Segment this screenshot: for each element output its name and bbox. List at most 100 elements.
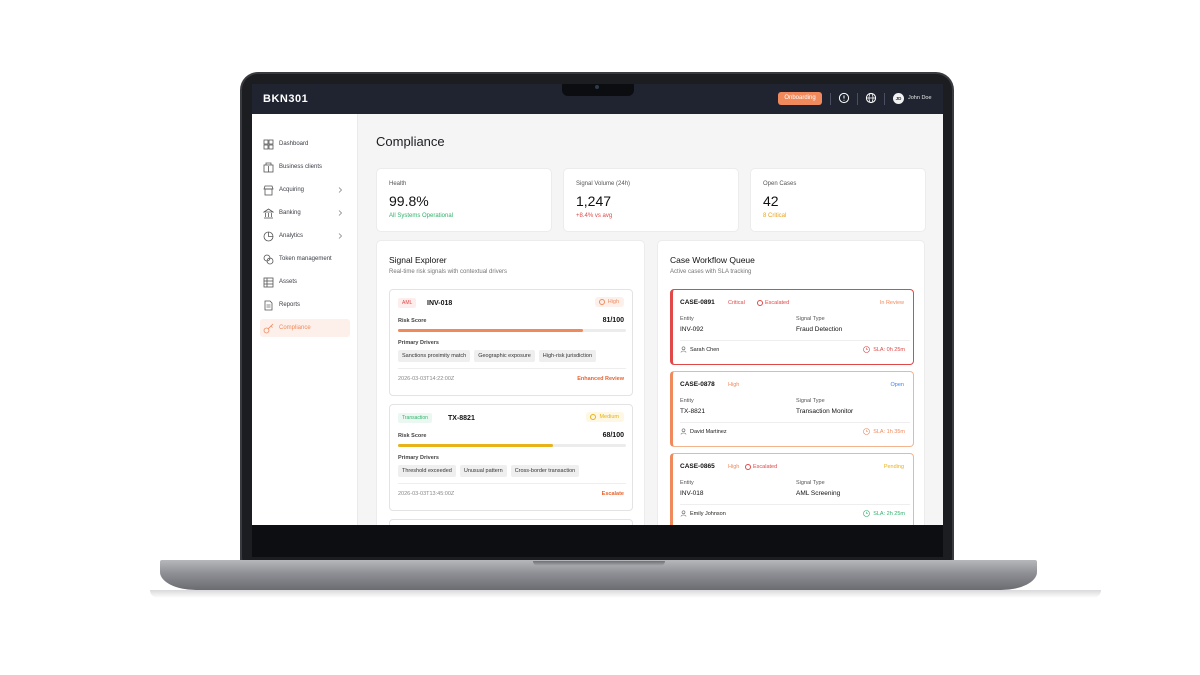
key-icon <box>263 323 274 333</box>
escalated-label: Escalated <box>753 464 778 470</box>
bank-icon <box>263 208 274 218</box>
sidebar-item-banking[interactable]: Banking <box>260 204 350 222</box>
driver-chips: Sanctions proximity match Geographic exp… <box>398 350 597 362</box>
clock-icon <box>863 510 871 517</box>
entity-value: INV-018 <box>680 490 704 497</box>
risk-score-label: Risk Score <box>398 433 427 439</box>
signal-type-value: Transaction Monitor <box>796 408 854 415</box>
divider <box>680 422 910 423</box>
stat-sub: All Systems Operational <box>389 213 454 219</box>
laptop-shadow <box>150 590 1101 598</box>
risk-score-label: Risk Score <box>398 318 427 324</box>
stat-value: 99.8% <box>389 193 429 209</box>
user-name[interactable]: John Doe <box>908 95 932 101</box>
case-assignee: David Martinez <box>680 428 727 435</box>
sidebar-item-dashboard[interactable]: Dashboard <box>260 135 350 153</box>
case-card[interactable]: CASE-0878 High Open Entity TX-8821 Signa… <box>670 371 914 447</box>
divider <box>680 340 910 341</box>
case-id: CASE-0878 <box>680 381 715 388</box>
case-status: In Review <box>879 300 904 306</box>
case-card[interactable]: CASE-0891 Critical Escalated In Review E… <box>670 289 914 365</box>
token-icon <box>263 254 274 264</box>
sidebar: Dashboard Business clients Acquiring Ban… <box>252 114 358 525</box>
signal-timestamp: 2026-03-03T14:22:00Z <box>398 376 455 382</box>
signal-card[interactable]: AML INV-018 High Risk Score 81/100 Prima… <box>389 289 633 396</box>
assignee-name: Emily Johnson <box>690 510 726 517</box>
onboarding-button[interactable]: Onboarding <box>778 92 822 105</box>
risk-score-bar <box>398 329 626 332</box>
building-icon <box>263 162 274 172</box>
escalate-link[interactable]: Escalate <box>602 491 624 497</box>
document-icon <box>264 300 273 310</box>
chevron-right-icon <box>338 210 343 216</box>
risk-score-value: 81/100 <box>602 317 624 324</box>
chevron-right-icon <box>338 187 343 193</box>
stat-value: 42 <box>763 193 779 209</box>
signal-type-badge: AML <box>398 298 417 308</box>
divider <box>680 504 910 505</box>
sidebar-item-token-management[interactable]: Token management <box>260 250 350 268</box>
signal-card[interactable] <box>389 519 633 525</box>
globe-icon[interactable] <box>865 92 877 104</box>
entity-label: Entity <box>680 480 694 486</box>
assignee-name: Sarah Chen <box>690 346 720 353</box>
escalated-icon <box>745 464 751 470</box>
page-title: Compliance <box>376 134 445 149</box>
divider <box>398 368 626 369</box>
enhanced-review-link[interactable]: Enhanced Review <box>577 376 624 382</box>
divider <box>398 483 626 484</box>
assets-icon <box>263 277 274 287</box>
sidebar-item-business-clients[interactable]: Business clients <box>260 158 350 176</box>
app-logo[interactable]: BKN301 <box>263 93 308 105</box>
signal-id: TX-8821 <box>448 415 475 422</box>
stat-card-open-cases: Open Cases 42 8 Critical <box>750 168 926 232</box>
sidebar-item-label: Compliance <box>279 325 311 331</box>
sidebar-item-assets[interactable]: Assets <box>260 273 350 291</box>
clock-icon <box>863 346 871 353</box>
case-sla: SLA: 0h 25m <box>863 346 905 353</box>
driver-chip: High-risk jurisdiction <box>538 350 597 362</box>
severity-label: High <box>607 299 619 305</box>
stat-label: Health <box>389 181 407 187</box>
driver-chips: Threshold exceeded Unusual pattern Cross… <box>398 465 580 477</box>
case-id: CASE-0891 <box>680 299 715 306</box>
case-queue-panel: Case Workflow Queue Active cases with SL… <box>657 240 925 525</box>
chat-alert-icon[interactable] <box>838 92 850 104</box>
sidebar-item-compliance[interactable]: Compliance <box>260 319 350 337</box>
laptop-screen: BKN301 Onboarding JD John Doe Dashboard … <box>252 84 943 525</box>
user-icon <box>680 428 687 435</box>
stat-card-signal-volume: Signal Volume (24h) 1,247 +8.4% vs avg <box>563 168 739 232</box>
case-status: Pending <box>883 464 904 470</box>
risk-score-value: 68/100 <box>602 432 624 439</box>
case-severity: High <box>728 382 740 388</box>
sidebar-item-analytics[interactable]: Analytics <box>260 227 350 245</box>
risk-score-fill <box>398 329 583 332</box>
sidebar-item-acquiring[interactable]: Acquiring <box>260 181 350 199</box>
topbar-divider <box>857 93 858 105</box>
sidebar-item-reports[interactable]: Reports <box>260 296 350 314</box>
dashboard-icon <box>263 139 274 149</box>
case-status: Open <box>890 382 904 388</box>
sidebar-item-label: Dashboard <box>279 141 309 147</box>
stat-sub: 8 Critical <box>763 213 787 219</box>
signal-id: INV-018 <box>427 300 453 307</box>
sidebar-item-label: Assets <box>279 279 298 285</box>
signal-card[interactable]: Transaction TX-8821 Medium Risk Score 68… <box>389 404 633 511</box>
sidebar-item-label: Reports <box>279 302 301 308</box>
sidebar-item-label: Business clients <box>279 164 323 170</box>
pie-chart-icon <box>263 231 274 241</box>
escalated-badge: Escalated <box>745 464 777 470</box>
stat-label: Open Cases <box>763 181 797 187</box>
entity-label: Entity <box>680 316 694 322</box>
case-card[interactable]: CASE-0865 High Escalated Pending Entity … <box>670 453 914 525</box>
panel-subtitle: Real-time risk signals with contextual d… <box>389 269 508 275</box>
signal-type-label: Signal Type <box>796 398 825 404</box>
avatar[interactable]: JD <box>893 93 904 104</box>
sidebar-item-label: Token management <box>279 256 332 262</box>
case-sla: SLA: 2h 25m <box>863 510 905 517</box>
signal-timestamp: 2026-03-03T13:45:00Z <box>398 491 455 497</box>
topbar-divider <box>830 93 831 105</box>
topbar-divider <box>884 93 885 105</box>
case-severity: High <box>728 464 740 470</box>
signal-type-value: Fraud Detection <box>796 326 843 333</box>
